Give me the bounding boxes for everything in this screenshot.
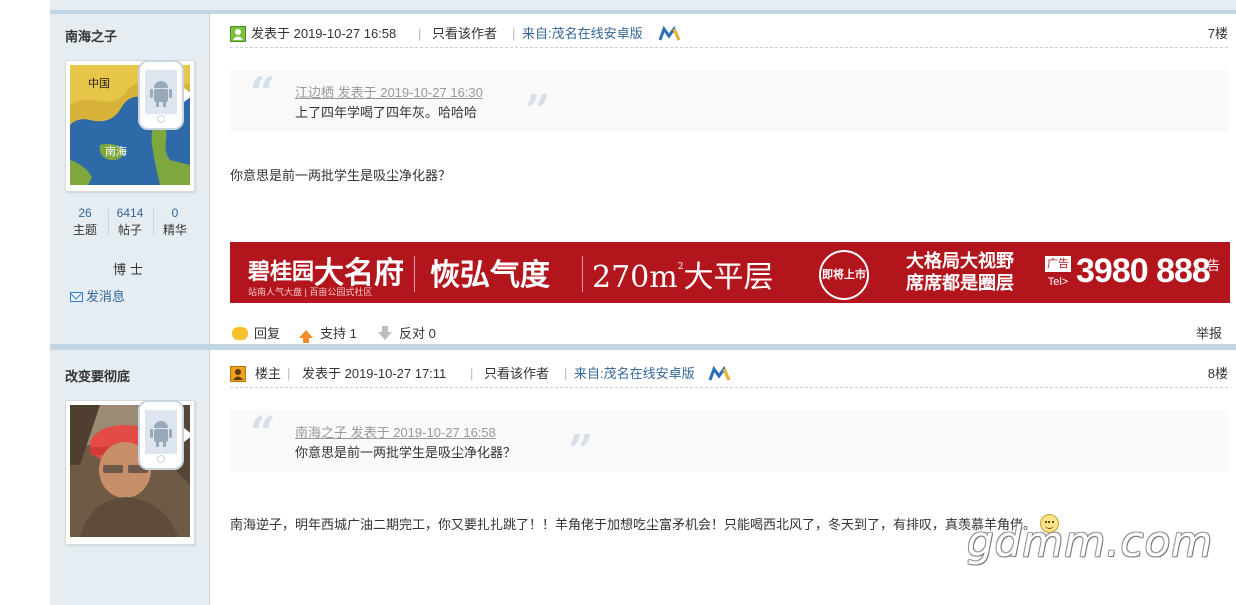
post-time: 发表于 2019-10-27 16:58 [251, 26, 397, 41]
author-panel: 南海之子 中国 南海 26 主题 6414 帖子 0 精华 博士 发消息 [50, 0, 210, 344]
post-actions: 回复 支持 1 反对 0 举报 [230, 321, 1228, 343]
open-quote-icon: “ [250, 68, 276, 119]
client-logo-icon [708, 365, 732, 382]
quote-text: 上了四年学喝了四年灰。哈哈哈 [295, 105, 478, 120]
author-name[interactable]: 改变要彻底 [65, 366, 130, 385]
reply-icon [232, 327, 248, 340]
thumb-down-icon [378, 326, 392, 340]
quote-block: “ 江边栖 发表于 2019-10-27 16:30 上了四年学喝了四年灰。哈哈… [230, 68, 1228, 137]
ad-project: 大名府 [314, 256, 404, 291]
reply-button[interactable]: 回复 [232, 323, 280, 342]
floor-number[interactable]: 7楼 [1208, 26, 1228, 42]
quote-text: 你意思是前一两批学生是吸尘净化器？ [295, 445, 517, 460]
owner-badge: 楼主 [255, 366, 282, 381]
post-header: 楼主 | 发表于 2019-10-27 17:11 | 只看该作者 | 来自:茂… [230, 365, 1228, 388]
top-divider [50, 0, 1236, 14]
client-logo-icon [658, 25, 682, 42]
stat-digest[interactable]: 0 精华 [155, 205, 195, 239]
stat-threads[interactable]: 26 主题 [65, 205, 105, 239]
report-link[interactable]: 举报 [1196, 323, 1222, 342]
android-client-badge [138, 400, 184, 470]
owner-user-icon [230, 366, 246, 382]
site-watermark: gdmm.com [967, 517, 1214, 566]
source-link[interactable]: 来自:茂名在线安卓版 [522, 26, 643, 42]
ad-area: 270m2大平层 [592, 260, 774, 295]
only-author-link[interactable]: 只看该作者 [432, 26, 497, 42]
support-button[interactable]: 支持 1 [299, 323, 357, 343]
android-icon [145, 410, 177, 454]
post-separator [50, 344, 1236, 350]
quote-block: “ 南海之子 发表于 2019-10-27 16:58 你意思是前一两批学生是吸… [230, 408, 1228, 477]
open-quote-icon: “ [250, 408, 276, 459]
ad-slogan: 恢弘气度 [430, 258, 550, 293]
ad-tagline: 大格局大视野 席席都是圈层 [906, 251, 1014, 293]
thumb-up-icon [299, 330, 313, 343]
ad-brand: 碧桂园 [248, 259, 315, 284]
author-panel: 改变要彻底 [50, 350, 210, 605]
svg-text:中国: 中国 [88, 77, 110, 90]
oppose-button[interactable]: 反对 0 [378, 323, 436, 342]
ad-banner[interactable]: 碧桂园 站南人气大盘 | 百亩公园式社区 大名府 恢弘气度 270m2大平层 即… [230, 242, 1230, 303]
only-author-link[interactable]: 只看该作者 [484, 366, 549, 382]
stat-posts[interactable]: 6414 帖子 [110, 205, 150, 239]
online-user-icon [230, 26, 246, 42]
left-gutter [0, 0, 50, 605]
floor-number[interactable]: 8楼 [1208, 366, 1228, 382]
quote-author[interactable]: 江边栖 发表于 2019-10-27 16:30 [295, 82, 483, 101]
ad-label: 广告 [1193, 258, 1220, 273]
ad-phone: 3980 888 [1076, 252, 1211, 290]
close-quote-icon: ” [568, 426, 594, 477]
send-message-link[interactable]: 发消息 [70, 286, 125, 305]
post-time: 发表于 2019-10-27 17:11 [302, 366, 447, 381]
svg-text:南海: 南海 [105, 144, 127, 158]
author-name[interactable]: 南海之子 [65, 26, 117, 45]
post-body: 你意思是前一两批学生是吸尘净化器？ [230, 168, 452, 183]
author-stats: 26 主题 6414 帖子 0 精华 [65, 205, 195, 239]
close-quote-icon: ” [525, 86, 551, 137]
quote-author[interactable]: 南海之子 发表于 2019-10-27 16:58 [295, 422, 496, 441]
android-client-badge [138, 60, 184, 130]
source-link[interactable]: 来自:茂名在线安卓版 [574, 366, 695, 382]
ad-tel-label: 广告 Tel> [1045, 256, 1071, 288]
android-icon [145, 70, 177, 114]
mail-icon [70, 292, 83, 302]
ad-seal: 即将上市 [819, 250, 869, 300]
post-body: 南海逆子，明年西城广油二期完工，你又要扎扎跳了！！羊角佬于加想吃尘富矛机会！只能… [230, 514, 1060, 533]
user-rank: 博士 [112, 262, 147, 277]
post-header: 发表于 2019-10-27 16:58 | 只看该作者 | 来自:茂名在线安卓… [230, 25, 1228, 48]
